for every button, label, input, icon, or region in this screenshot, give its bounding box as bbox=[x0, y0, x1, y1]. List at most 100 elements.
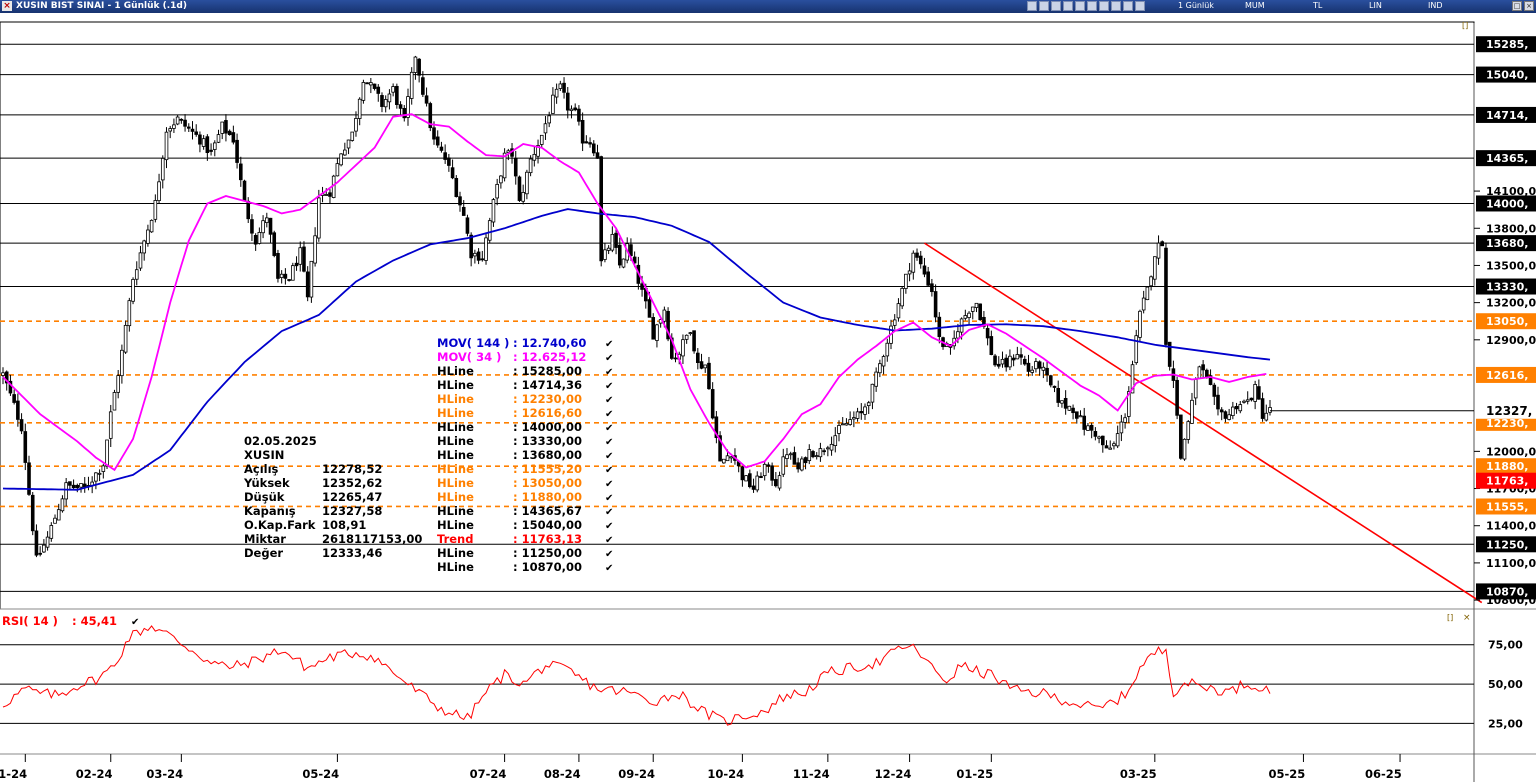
toolbar-save-icon[interactable] bbox=[1039, 1, 1049, 11]
candle-body bbox=[1138, 310, 1142, 338]
candle-body bbox=[328, 192, 332, 197]
legend-visibility-toggle-3[interactable]: ✔ bbox=[605, 381, 613, 392]
currency-button[interactable]: TL bbox=[1313, 1, 1322, 10]
candle-body bbox=[1186, 421, 1191, 440]
rsi-maximize-button[interactable]: [] bbox=[1447, 613, 1453, 622]
toolbar-pin-icon[interactable] bbox=[1027, 1, 1037, 11]
candle-body bbox=[201, 138, 206, 147]
legend-visibility-toggle-5[interactable]: ✔ bbox=[605, 409, 613, 420]
candle-body bbox=[896, 303, 901, 319]
restore-button[interactable]: □ bbox=[1512, 1, 1522, 11]
toolbar-selector-icon[interactable] bbox=[1063, 1, 1073, 11]
candle-body bbox=[409, 71, 414, 99]
legend-visibility-toggle-14[interactable]: ✔ bbox=[605, 535, 613, 546]
candle-body bbox=[82, 483, 87, 488]
info-panel: 02.05.2025XUSINAçılış 12278,52 Yüksek 12352… bbox=[243, 434, 422, 560]
panel-maximize-button[interactable]: [] bbox=[1462, 21, 1468, 30]
candle-body bbox=[1071, 407, 1075, 414]
candle-body bbox=[469, 234, 473, 259]
candle-body bbox=[844, 423, 849, 426]
candle-body bbox=[361, 82, 366, 101]
x-tick-label-4: 07-24 bbox=[470, 767, 507, 781]
toolbar-draw-icon[interactable] bbox=[1087, 1, 1097, 11]
toolbar-window-icon[interactable] bbox=[1135, 1, 1145, 11]
legend-value-15: : 11250,00 bbox=[513, 546, 582, 560]
legend-visibility-toggle-11[interactable]: ✔ bbox=[605, 493, 613, 504]
toolbar-settings-icon[interactable] bbox=[1111, 1, 1121, 11]
mov144-line[interactable] bbox=[2, 208, 1271, 491]
candle-body bbox=[1245, 399, 1250, 402]
candle-body bbox=[294, 262, 299, 267]
chart-style-button[interactable]: MUM bbox=[1245, 1, 1265, 10]
candle-body bbox=[372, 83, 377, 89]
candle-body bbox=[933, 291, 938, 318]
close-button[interactable]: × bbox=[1524, 1, 1534, 11]
price-tick-label-5: 12000,0 bbox=[1486, 445, 1536, 458]
candle-body bbox=[900, 287, 904, 307]
candle-body bbox=[138, 252, 143, 269]
legend-label-14: Trend bbox=[437, 532, 473, 546]
chart-canvas[interactable]: [] MOV( 144 ): 12.740,60 ✔ MOV( 34 ): 12.6… bbox=[0, 13, 1536, 782]
candle-body bbox=[398, 104, 403, 109]
legend-visibility-toggle-15[interactable]: ✔ bbox=[605, 549, 613, 560]
candle-body bbox=[75, 484, 80, 489]
candle-body bbox=[209, 149, 213, 152]
info-value-2: 12265,47 bbox=[322, 490, 382, 504]
legend-visibility-toggle-9[interactable]: ✔ bbox=[605, 465, 613, 476]
indicator-button[interactable]: IND bbox=[1428, 1, 1443, 10]
candle-body bbox=[1019, 354, 1023, 358]
candle-body bbox=[1104, 445, 1109, 449]
candle-body bbox=[722, 458, 726, 464]
legend-label-0: MOV( 144 ) bbox=[437, 336, 509, 350]
candle-body bbox=[1216, 394, 1220, 410]
rsi-visibility-toggle[interactable]: ✔ bbox=[131, 617, 139, 628]
legend-visibility-toggle-2[interactable]: ✔ bbox=[605, 367, 613, 378]
rsi-close-button[interactable]: × bbox=[1463, 613, 1471, 623]
rsi-line[interactable] bbox=[2, 625, 1271, 726]
period-selector[interactable]: 1 Günlük bbox=[1178, 1, 1214, 10]
candle-body bbox=[242, 180, 247, 201]
legend-visibility-toggle-12[interactable]: ✔ bbox=[605, 507, 613, 518]
candle-body bbox=[335, 163, 340, 177]
candle-body bbox=[179, 118, 184, 121]
legend-visibility-toggle-10[interactable]: ✔ bbox=[605, 479, 613, 490]
candle-body bbox=[417, 58, 421, 76]
candle-body bbox=[38, 552, 42, 555]
toolbar-zoom-icon[interactable] bbox=[1123, 1, 1133, 11]
candle-body bbox=[848, 419, 852, 425]
legend-visibility-toggle-16[interactable]: ✔ bbox=[605, 563, 613, 574]
candle-body bbox=[491, 199, 496, 223]
candle-body bbox=[818, 448, 823, 458]
candle-body bbox=[350, 131, 355, 141]
candle-body bbox=[421, 77, 425, 95]
legend-visibility-toggle-8[interactable]: ✔ bbox=[605, 451, 613, 462]
info-value-1: 12352,62 bbox=[322, 476, 382, 490]
legend-visibility-toggle-1[interactable]: ✔ bbox=[605, 353, 613, 364]
scale-button[interactable]: LIN bbox=[1369, 1, 1382, 10]
toolbar-link-icon[interactable] bbox=[1099, 1, 1109, 11]
legend-label-5: HLine bbox=[437, 406, 474, 420]
legend-visibility-toggle-6[interactable]: ✔ bbox=[605, 423, 613, 434]
candle-body bbox=[279, 273, 284, 278]
info-label-4: O.Kap.Fark bbox=[244, 518, 316, 532]
candle-body bbox=[569, 108, 574, 112]
candle-body bbox=[866, 402, 871, 407]
legend-visibility-toggle-4[interactable]: ✔ bbox=[605, 395, 613, 406]
candle-body bbox=[97, 472, 102, 475]
legend-visibility-toggle-0[interactable]: ✔ bbox=[605, 339, 613, 350]
candle-body bbox=[435, 136, 440, 146]
candle-body bbox=[963, 315, 968, 319]
info-value-6: 12333,46 bbox=[322, 546, 382, 560]
legend-visibility-toggle-13[interactable]: ✔ bbox=[605, 521, 613, 532]
candle-body bbox=[1123, 417, 1127, 423]
toolbar-grid-icon[interactable] bbox=[1075, 1, 1085, 11]
candle-body bbox=[1156, 242, 1161, 259]
candle-body bbox=[1141, 297, 1146, 311]
candle-body bbox=[19, 419, 24, 432]
legend-visibility-toggle-7[interactable]: ✔ bbox=[605, 437, 613, 448]
candle-body bbox=[595, 152, 600, 159]
candle-body bbox=[34, 530, 39, 556]
candle-body bbox=[1052, 385, 1057, 388]
candle-body bbox=[313, 235, 317, 264]
toolbar-print-icon[interactable] bbox=[1051, 1, 1061, 11]
